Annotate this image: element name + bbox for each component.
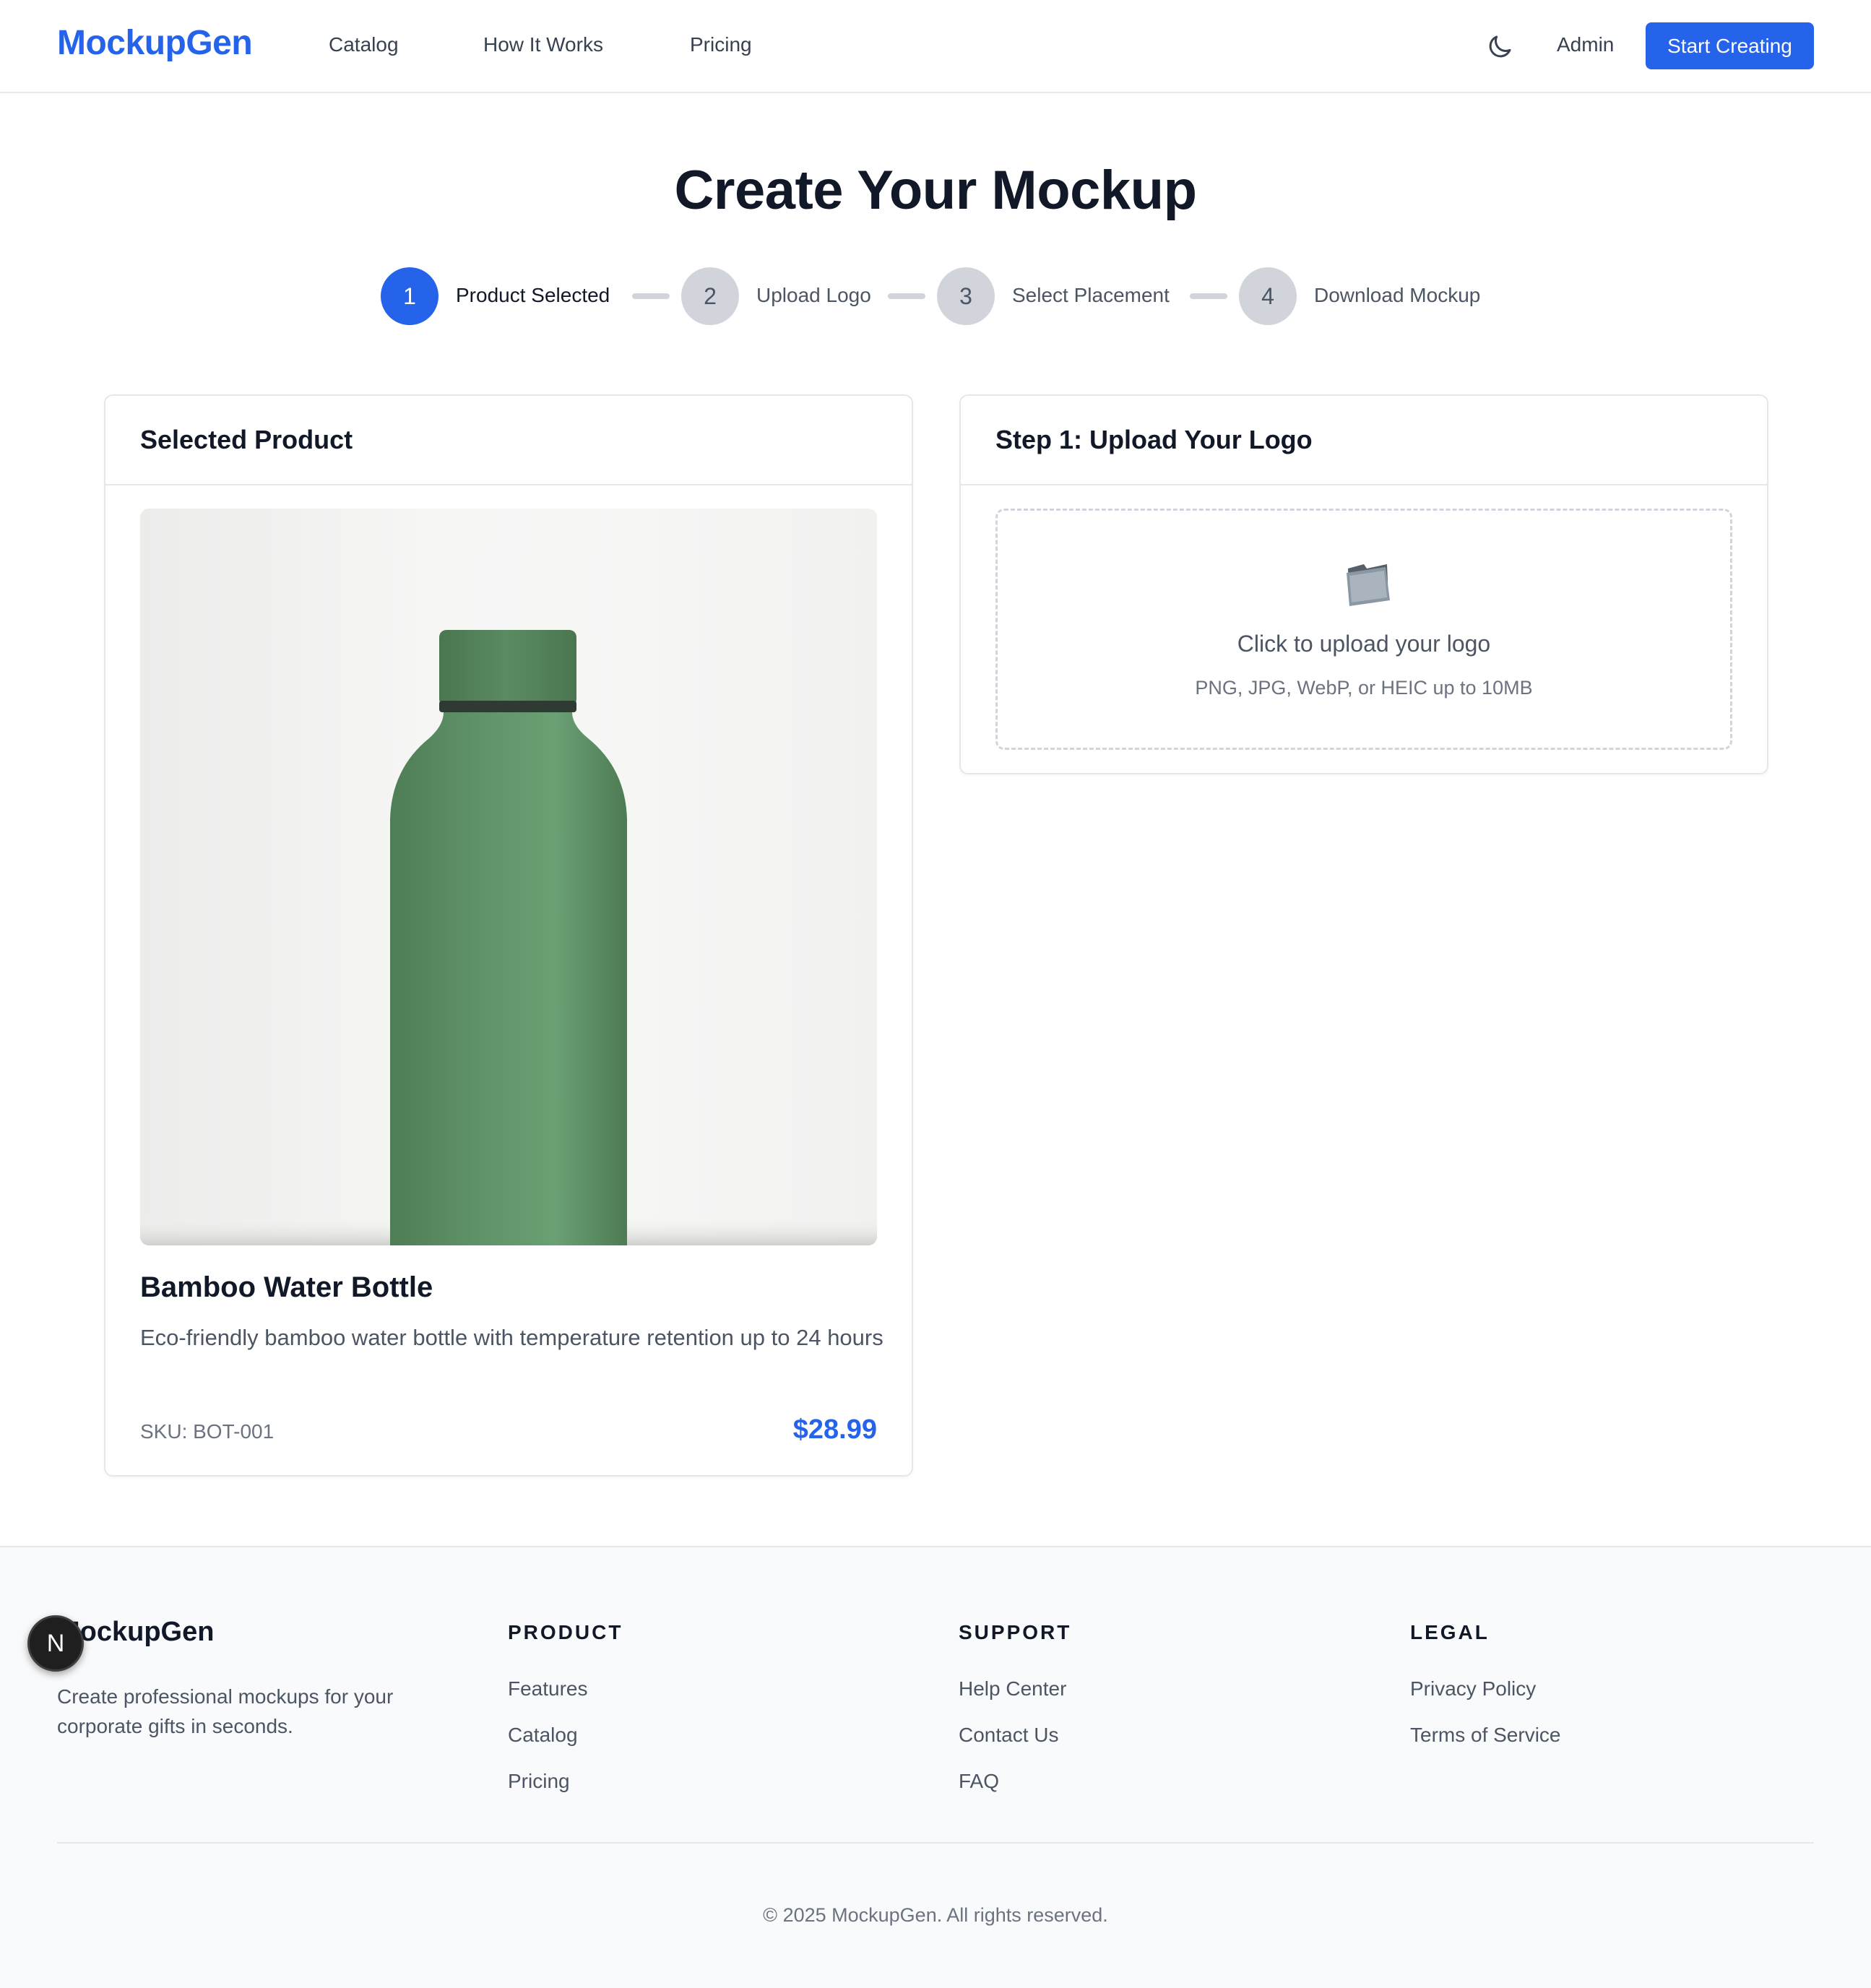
product-description: Eco-friendly bamboo water bottle with te… [140, 1325, 883, 1350]
upload-prompt: Click to upload your logo [1237, 631, 1491, 657]
footer-privacy-policy-link[interactable]: Privacy Policy [1410, 1677, 1536, 1700]
nav-how-it-works-link[interactable]: How It Works [483, 33, 603, 56]
footer-legal-heading: LEGAL [1410, 1621, 1490, 1643]
footer-pricing-link[interactable]: Pricing [508, 1770, 570, 1793]
step-connector [632, 293, 670, 299]
footer-catalog-link[interactable]: Catalog [508, 1724, 578, 1747]
step-1-label: Product Selected [456, 284, 610, 306]
footer-features-link[interactable]: Features [508, 1677, 588, 1700]
step-3-label: Select Placement [1012, 284, 1170, 306]
top-navbar: MockupGen Catalog How It Works Pricing A… [0, 0, 1871, 93]
step-connector [888, 293, 925, 299]
product-image [140, 509, 877, 1245]
admin-link[interactable]: Admin [1557, 33, 1614, 56]
step-1-circle: 1 [381, 267, 438, 325]
footer-divider [57, 1842, 1814, 1844]
product-price: $28.99 [792, 1414, 877, 1445]
footer-help-center-link[interactable]: Help Center [959, 1677, 1066, 1700]
step-2-label: Upload Logo [756, 284, 871, 306]
card-heading: Step 1: Upload Your Logo [961, 396, 1767, 485]
step-3-circle: 3 [937, 267, 995, 325]
upload-file-types: PNG, JPG, WebP, or HEIC up to 10MB [1195, 677, 1533, 699]
bottle-illustration [140, 630, 877, 1245]
step-connector [1190, 293, 1227, 299]
card-heading: Selected Product [105, 396, 912, 485]
product-name: Bamboo Water Bottle [140, 1271, 433, 1303]
footer-product-heading: PRODUCT [508, 1621, 623, 1643]
step-2-circle: 2 [681, 267, 739, 325]
nav-pricing-link[interactable]: Pricing [690, 33, 752, 56]
brand-logo[interactable]: MockupGen [57, 23, 253, 63]
footer-terms-of-service-link[interactable]: Terms of Service [1410, 1724, 1561, 1747]
upload-logo-card: Step 1: Upload Your Logo Click to upload… [959, 394, 1768, 774]
selected-product-card: Selected Product Bamboo Water Bottle Eco… [104, 394, 913, 1477]
footer-faq-link[interactable]: FAQ [959, 1770, 999, 1793]
moon-icon[interactable] [1485, 32, 1515, 62]
folder-icon [1347, 564, 1390, 606]
nav-catalog-link[interactable]: Catalog [329, 33, 399, 56]
page-title: Create Your Mockup [674, 160, 1197, 221]
copyright-text: © 2025 MockupGen. All rights reserved. [763, 1904, 1108, 1926]
step-4-circle: 4 [1239, 267, 1297, 325]
logo-dropzone[interactable]: Click to upload your logo PNG, JPG, WebP… [995, 509, 1732, 750]
product-sku: SKU: BOT-001 [140, 1420, 275, 1443]
step-4-label: Download Mockup [1314, 284, 1481, 306]
footer-support-heading: SUPPORT [959, 1621, 1072, 1643]
dev-tools-badge[interactable]: N [27, 1615, 84, 1672]
footer-contact-us-link[interactable]: Contact Us [959, 1724, 1059, 1747]
site-footer: MockupGen Create professional mockups fo… [0, 1546, 1871, 1988]
start-creating-button[interactable]: Start Creating [1646, 22, 1814, 69]
footer-tagline: Create professional mockups for your cor… [57, 1685, 394, 1737]
